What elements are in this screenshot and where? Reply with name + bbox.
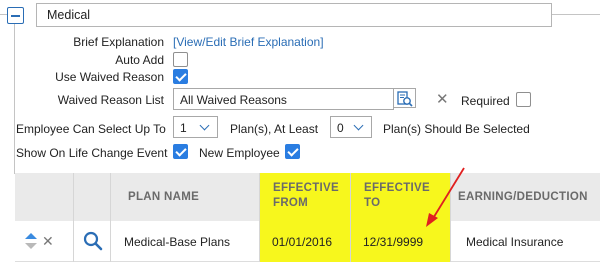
column-divider [259,173,260,262]
auto-add-label: Auto Add [115,53,164,67]
section-header [36,3,552,27]
header-earning-deduction[interactable]: EARNING/DEDUCTION [458,190,588,205]
collapse-icon[interactable] [7,7,24,24]
effective-to-cell: 12/31/9999 [363,235,424,249]
earning-deduction-cell: Medical Insurance [466,235,564,249]
header-effective-from-line1: EFFECTIVE [273,182,339,194]
plans-should-be-selected-label: Plan(s) Should Be Selected [383,122,530,136]
column-divider [110,173,111,262]
search-icon [397,91,413,107]
chevron-down-icon [199,120,210,131]
chevron-down-icon [353,120,364,131]
remove-icon[interactable]: ✕ [42,234,54,249]
effective-from-cell: 01/01/2016 [272,235,333,249]
show-on-life-change-label: Show On Life Change Event [16,146,168,160]
waived-reason-list-label: Waived Reason List [57,93,164,107]
column-divider [350,173,351,262]
use-waived-reason-checkbox[interactable] [173,69,188,84]
select-up-to-dropdown[interactable]: 1 [173,116,218,138]
brief-explanation-label: Brief Explanation [73,35,164,49]
waived-reason-list-field[interactable]: All Waived Reasons [173,88,394,110]
section-title: Medical [47,8,91,22]
column-divider [73,173,74,262]
plan-name-link[interactable]: Medical-Base Plans [124,235,230,249]
header-plan-name[interactable]: PLAN NAME [128,190,199,205]
header-effective-from[interactable]: EFFECTIVE FROM [273,181,339,211]
new-employee-checkbox[interactable] [285,144,300,159]
at-least-value: 0 [337,121,344,135]
plans-at-least-label: Plan(s), At Least [230,122,319,136]
required-checkbox[interactable] [516,92,531,107]
divider-right [552,14,600,15]
show-on-life-change-checkbox[interactable] [173,144,188,159]
header-effective-from-line2: FROM [273,197,309,209]
use-waived-reason-label: Use Waived Reason [55,70,164,84]
clear-icon[interactable]: ✕ [436,92,449,107]
section-vertical-line [14,24,15,174]
new-employee-label: New Employee [199,146,280,160]
select-up-to-value: 1 [180,121,187,135]
annotation-arrow [426,167,465,227]
sort-icon[interactable] [24,232,38,250]
required-label: Required [461,94,510,108]
auto-add-checkbox[interactable] [173,52,188,67]
at-least-dropdown[interactable]: 0 [330,116,372,138]
magnifier-icon[interactable] [83,231,103,251]
waived-reason-search-button[interactable] [394,88,416,108]
brief-explanation-link[interactable]: [View/Edit Brief Explanation] [173,35,324,49]
divider-left [0,14,7,15]
employee-can-select-label: Employee Can Select Up To [16,122,166,136]
